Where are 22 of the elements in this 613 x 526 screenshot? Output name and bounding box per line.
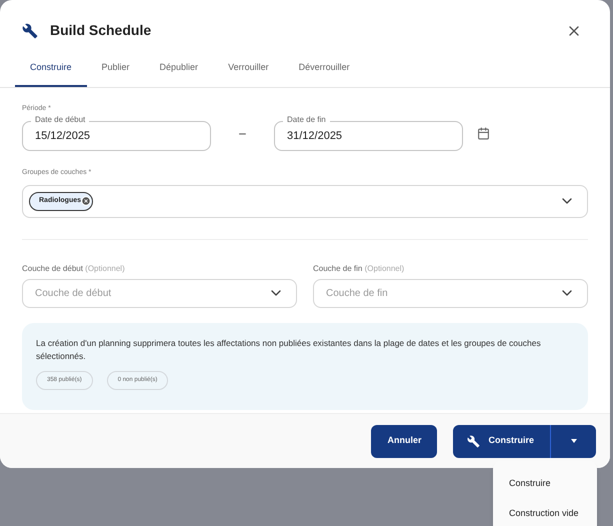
field-value: 31/12/2025	[287, 128, 342, 144]
wrench-icon	[22, 22, 38, 38]
caret-icon	[570, 439, 576, 443]
menu-item[interactable]: Construire	[493, 469, 597, 499]
dialog-title: Build Schedule	[50, 21, 152, 40]
tab[interactable]: Construire	[15, 55, 87, 86]
tab[interactable]: Verrouiller	[213, 55, 284, 86]
tab[interactable]: Publier	[86, 55, 145, 86]
field-label: Couche de début (Optionnel)	[22, 262, 126, 274]
calendar-icon[interactable]	[477, 126, 490, 140]
remove-icon[interactable]	[81, 196, 92, 206]
notice-text: La création d'un planning supprimera toutes les affectations non publiées existantes dans la plage de dates et les groupes de couches sélectionnés.	[36, 336, 542, 362]
tab[interactable]: Déverrouiller	[284, 55, 365, 86]
field-label: Date de fin	[283, 115, 330, 125]
wrench-icon	[467, 434, 480, 448]
menu-item[interactable]: Construction vide	[493, 499, 597, 526]
range-separator: –	[238, 125, 247, 142]
field-label: Date de début	[31, 115, 90, 125]
field-label: Couche de fin (Optionnel)	[313, 262, 406, 274]
field-value: 15/12/2025	[35, 128, 90, 144]
tab[interactable]: Dépublier	[144, 55, 214, 86]
cancel-button[interactable]: Annuler	[371, 424, 438, 458]
